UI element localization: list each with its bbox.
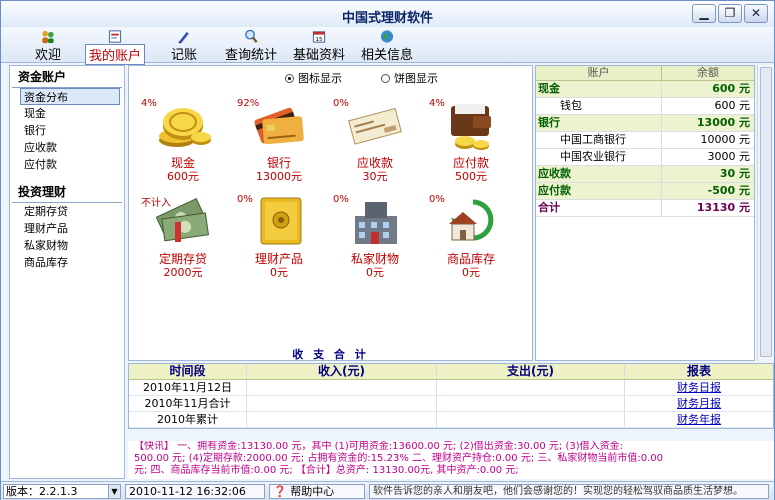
pie-view-radio[interactable]: 饼图显示 [381,70,438,86]
sidebar-item-wealth-products[interactable]: 理财产品 [10,220,124,237]
income-expense-table: 时间段 收入(元) 支出(元) 报表 2010年11月12日 财务日报 2010… [128,363,774,429]
sidebar-item-cash[interactable]: 现金 [10,105,124,122]
income-expense-header: 时间段 收入(元) 支出(元) 报表 [129,364,773,380]
coins-icon [159,108,211,147]
toolbar-related-info[interactable]: 相关信息 [359,27,415,63]
column-header-report: 报表 [686,364,711,378]
window-controls: ▁ ❐ ✕ [692,4,768,23]
pen-icon [178,31,189,44]
account-tile-private-assets[interactable]: 0% 私家财物 0元 [333,194,415,284]
income-expense-title: 收 支 合 计 [292,348,369,361]
daily-report-link[interactable]: 财务日报 [625,380,773,395]
svg-text:15: 15 [315,37,323,43]
sidebar-section-investment: 投资理财 [12,181,122,203]
title-bar: 中国式理财软件 ▁ ❐ ✕ [1,1,774,27]
help-icon: ❓ [273,485,287,498]
sidebar-item-fund-distribution[interactable]: 资金分布 [20,88,120,105]
column-header-account: 账户 [536,66,662,80]
chevron-down-icon[interactable]: ▼ [108,485,120,498]
accounts-overview-panel: 图标显示 饼图显示 4% 现金 600元 92% 银行 13000元 0% 应收… [128,65,533,361]
account-tile-inventory[interactable]: 0% 商品库存 0元 [429,194,511,284]
version-dropdown[interactable]: 版本：2.2.1.3 ▼ [3,484,121,499]
table-row: 2010年11月合计 财务月报 [129,396,773,412]
account-tile-bank[interactable]: 92% 银行 13000元 [237,98,319,188]
table-row[interactable]: 现金 600 元 [536,81,754,98]
sidebar-item-private-assets[interactable]: 私家财物 [10,237,124,254]
datetime-display: 2010-11-12 16:32:06 [125,484,265,499]
sidebar-item-fixed-deposit[interactable]: 定期存贷 [10,203,124,220]
table-row: 2010年11月12日 财务日报 [129,380,773,396]
balance-table: 账户 余额 现金 600 元 钱包 600 元 银行 13000 元 中国工商银行 10… [535,65,755,361]
calendar-icon: 15 [312,31,326,43]
quick-report: 【快讯】 一、拥有资金:13130.00 元，其中 (1)可用资金:13600.… [128,441,774,479]
table-row[interactable]: 中国工商银行 10000 元 [536,132,754,149]
minimize-button[interactable]: ▁ [692,4,716,23]
account-tile-cash[interactable]: 4% 现金 600元 [141,98,223,188]
people-icon [42,30,54,44]
table-row[interactable]: 银行 13000 元 [536,115,754,132]
sidebar-item-inventory[interactable]: 商品库存 [10,254,124,271]
balance-table-header: 账户 余额 [536,66,754,81]
table-row[interactable]: 应付款 -500 元 [536,183,754,200]
status-message: 软件告诉您的亲人和朋友吧，他们会感谢您的！实现您的轻松驾驭商品质生活梦想。 [369,484,769,499]
column-header-balance: 余额 [697,66,719,79]
annual-report-link[interactable]: 财务年报 [625,412,773,427]
status-bar: 版本：2.2.1.3 ▼ 2010-11-12 16:32:06 ❓ 帮助中心 … [1,481,774,500]
table-row: 2010年累计 财务年报 [129,412,773,428]
main-toolbar: 欢迎 我的账户 记账 查询统计 15 基础资料 相关信息 [1,27,774,65]
sidebar-section-funds: 资金账户 [12,66,122,88]
wallet-icon [451,104,491,150]
view-mode-options: 图标显示 饼图显示 [129,70,532,86]
toolbar-welcome[interactable]: 欢迎 [31,27,65,63]
help-center-button[interactable]: ❓ 帮助中心 [269,484,365,499]
close-icon: ✕ [750,6,762,20]
table-row[interactable]: 应收款 30 元 [536,166,754,183]
sidebar: 资金账户 资金分布 现金 银行 应收款 应付款 投资理财 定期存贷 理财产品 私… [9,65,125,479]
toolbar-my-accounts[interactable]: 我的账户 [85,27,145,65]
account-tile-fixed-deposit[interactable]: 不计入 定期存贷 2000元 [141,194,223,284]
toolbar-bookkeeping[interactable]: 记账 [167,27,201,63]
account-tile-wealth-products[interactable]: 0% 理财产品 0元 [237,194,319,284]
building-icon [355,202,397,244]
column-header-expense: 支出(元) [437,364,625,379]
restore-icon: ❐ [724,6,736,20]
account-tile-payable[interactable]: 4% 应付款 500元 [429,98,511,188]
account-tile-receivable[interactable]: 0% 应收款 30元 [333,98,415,188]
monthly-report-link[interactable]: 财务月报 [625,396,773,411]
balance-table-scrollbar[interactable] [757,65,774,361]
minimize-icon: ▁ [699,6,709,20]
cheque-icon [348,107,402,145]
magnifier-icon [245,29,258,43]
toolbar-basic-data[interactable]: 15 基础资料 [291,27,347,63]
ledger-icon [108,30,122,43]
table-row[interactable]: 中国农业银行 3000 元 [536,149,754,166]
icon-view-radio[interactable]: 图标显示 [285,70,342,86]
house-recycle-icon [449,199,494,241]
banknotes-icon [155,197,210,242]
close-button[interactable]: ✕ [744,4,768,23]
sidebar-item-payable[interactable]: 应付款 [10,156,124,173]
toolbar-query-stats[interactable]: 查询统计 [223,27,279,63]
globe-icon [380,30,394,43]
table-row[interactable]: 钱包 600 元 [536,98,754,115]
column-header-income: 收入(元) [247,364,437,379]
table-row-total[interactable]: 合计 13130 元 [536,200,754,217]
bank-cards-icon [254,107,304,145]
restore-button[interactable]: ❐ [718,4,742,23]
window-title: 中国式理财软件 [341,11,433,26]
sidebar-item-receivable[interactable]: 应收款 [10,139,124,156]
sidebar-item-bank[interactable]: 银行 [10,122,124,139]
scrollbar-thumb[interactable] [760,67,772,357]
column-header-period: 时间段 [129,364,247,379]
safe-icon [260,197,302,245]
app-window: 中国式理财软件 ▁ ❐ ✕ 欢迎 我的账户 记账 查询统计 15 基础资料 相关… [0,0,775,500]
